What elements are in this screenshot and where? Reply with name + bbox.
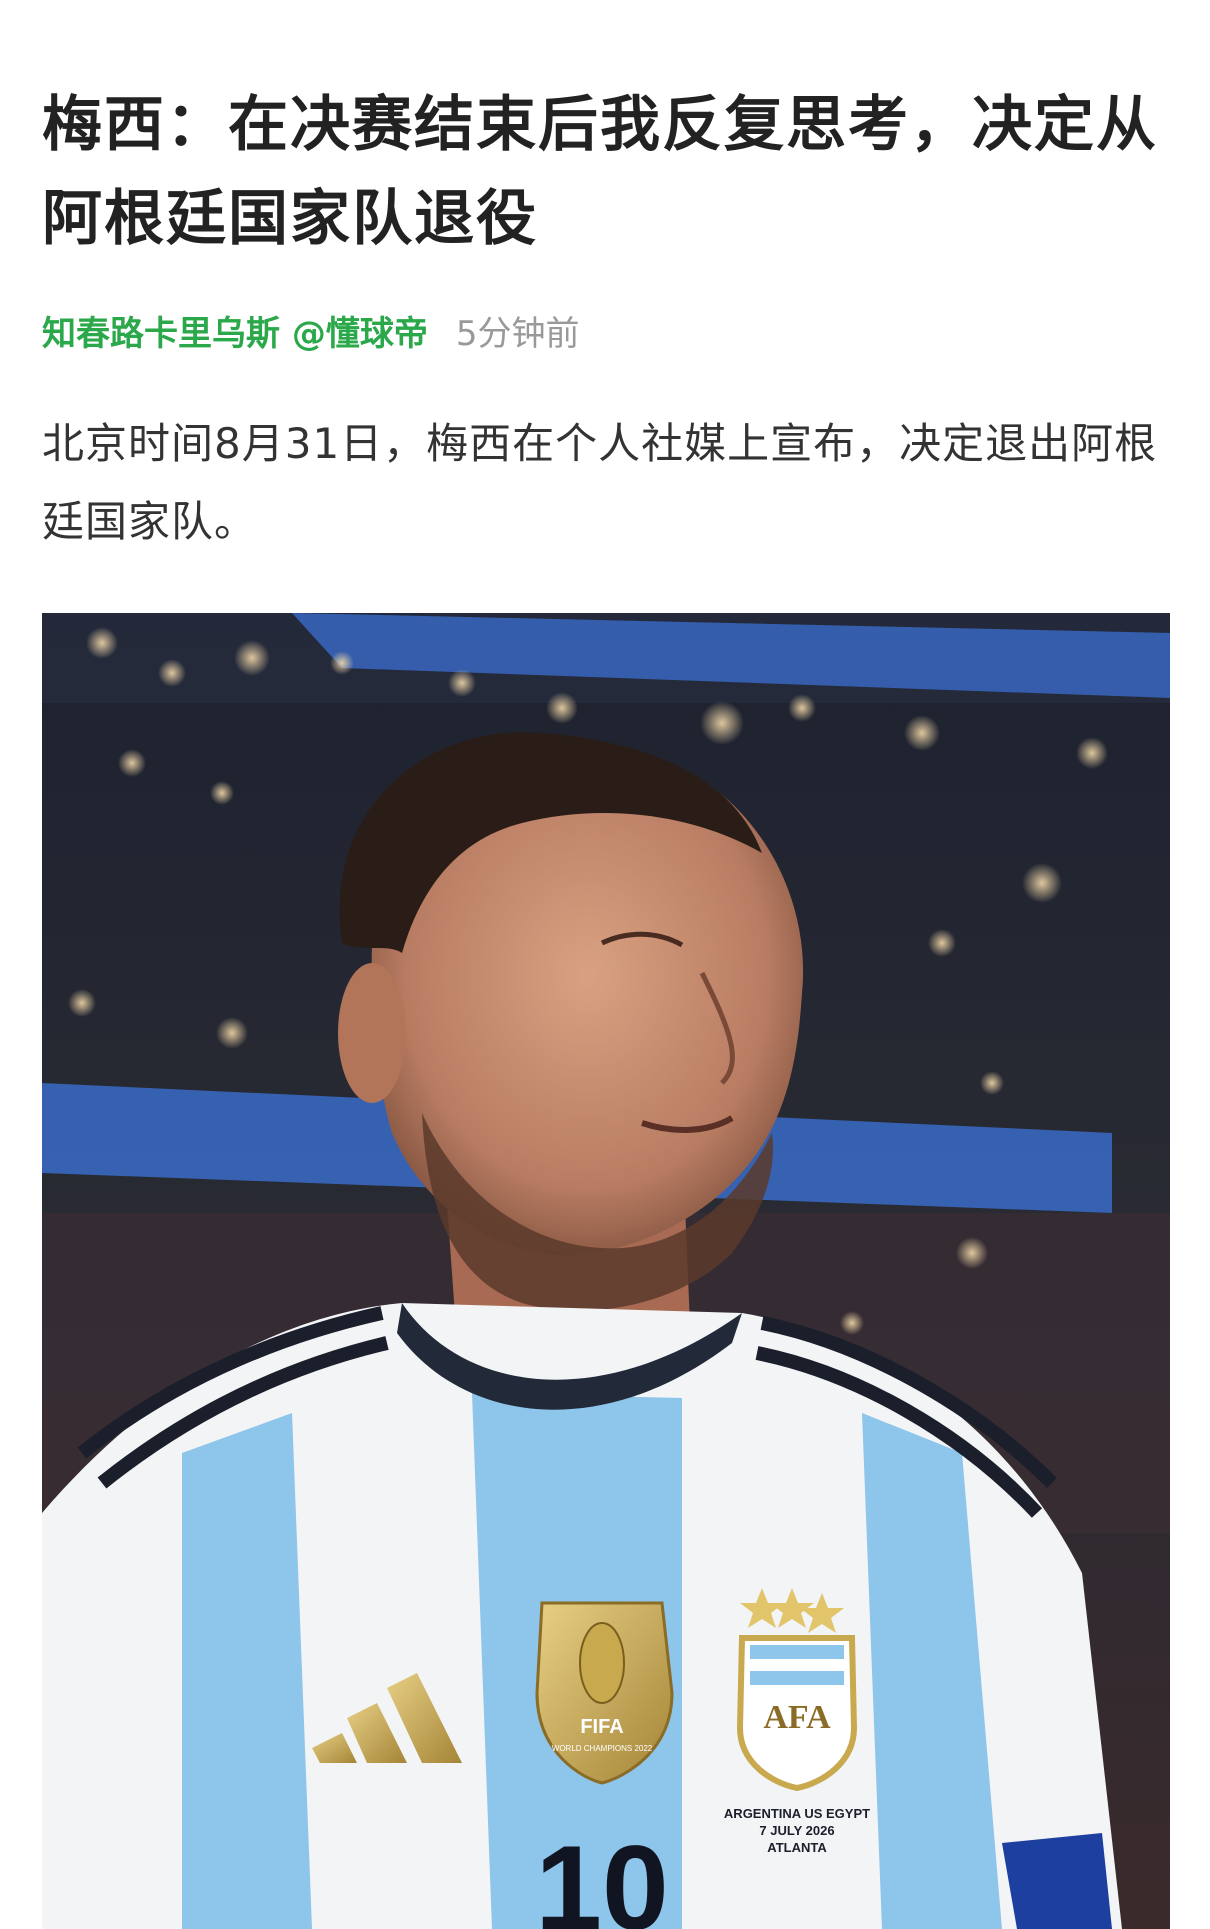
afa-crest-text: AFA bbox=[763, 1699, 831, 1736]
match-text-line2: 7 JULY 2026 bbox=[759, 1823, 834, 1838]
fifa-badge-text: FIFA bbox=[580, 1716, 623, 1738]
player-photo-illustration: FIFA WORLD CHAMPIONS 2022 AFA ARGENTINA … bbox=[42, 613, 1170, 1929]
shirt-number: 10 bbox=[535, 1821, 668, 1929]
match-text-line1: ARGENTINA US EGYPT bbox=[724, 1806, 870, 1821]
captain-armband bbox=[1002, 1833, 1112, 1929]
author-link[interactable]: 知春路卡里乌斯 @懂球帝 bbox=[42, 306, 428, 355]
article-meta: 知春路卡里乌斯 @懂球帝 5分钟前 bbox=[42, 300, 579, 360]
article-title: 梅西：在决赛结束后我反复思考，决定从阿根廷国家队退役 bbox=[42, 90, 1158, 254]
article-photo[interactable]: FIFA WORLD CHAMPIONS 2022 AFA ARGENTINA … bbox=[42, 613, 1170, 1929]
article-paragraph: 北京时间8月31日，梅西在个人社媒上宣布，决定退出阿根廷国家队。 bbox=[42, 419, 1158, 546]
publish-time: 5分钟前 bbox=[455, 313, 580, 354]
ear bbox=[338, 963, 406, 1103]
jersey-stripe-left bbox=[182, 1413, 312, 1929]
match-text-line3: ATLANTA bbox=[767, 1840, 827, 1855]
fifa-badge-subtext: WORLD CHAMPIONS 2022 bbox=[552, 1744, 653, 1753]
article: 梅西：在决赛结束后我反复思考，决定从阿根廷国家队退役 知春路卡里乌斯 @懂球帝 … bbox=[0, 0, 1210, 1929]
